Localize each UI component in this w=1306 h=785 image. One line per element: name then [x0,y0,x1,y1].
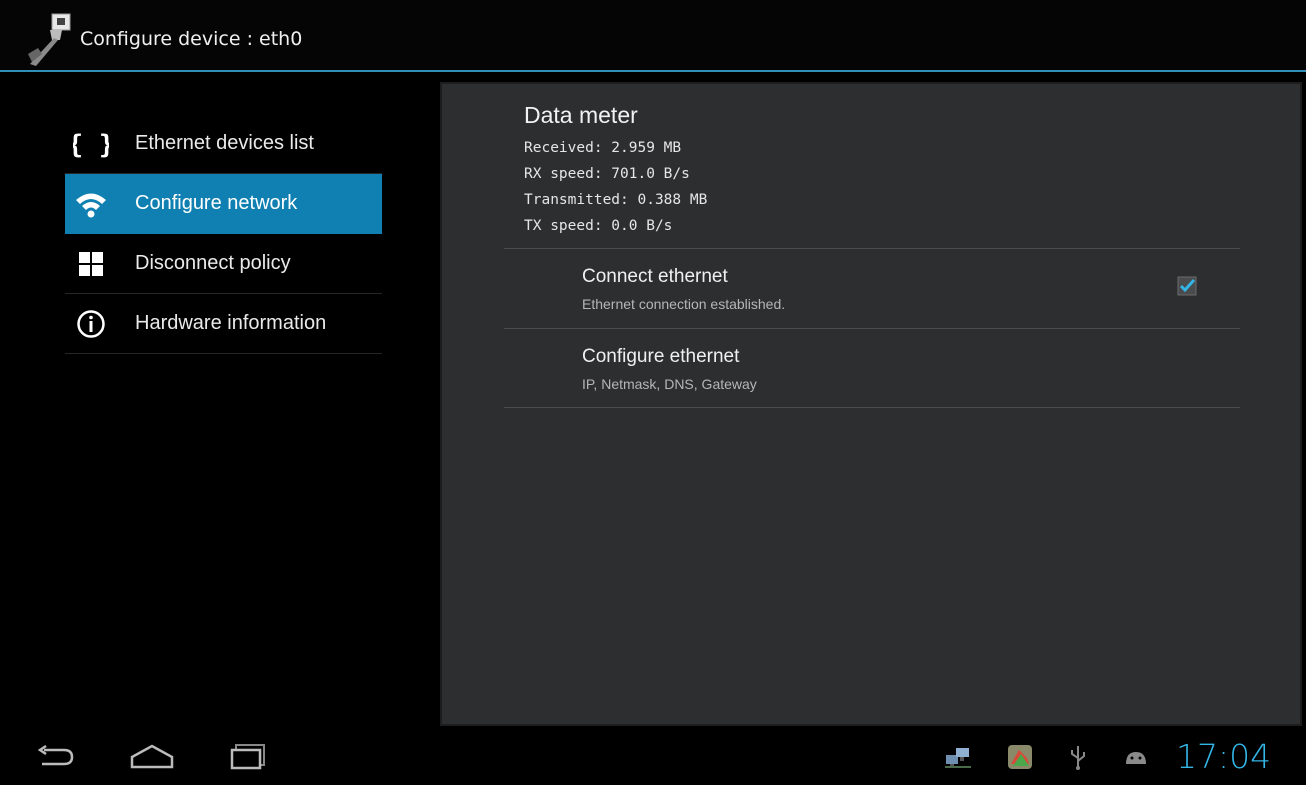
ethernet-plug-icon[interactable] [20,10,76,66]
pref-summary: Ethernet connection established. [582,296,786,312]
recent-apps-button[interactable] [224,739,272,773]
sidebar-item-ethernet-devices[interactable]: { } Ethernet devices list [65,114,382,174]
transmitted-value: Transmitted: 0.388 MB [524,192,708,208]
details-panel: Data meter Received: 2.959 MB RX speed: … [440,82,1302,726]
checkmark-icon [1177,276,1197,296]
sidebar-item-label: Ethernet devices list [135,132,314,154]
received-value: Received: 2.959 MB [524,140,682,156]
sidebar-item-disconnect-policy[interactable]: Disconnect policy [65,234,382,294]
wifi-icon [71,184,111,224]
tx-speed-value: TX speed: 0.0 B/s [524,218,673,234]
pref-title: Configure ethernet [582,346,740,367]
back-button[interactable] [32,739,80,773]
sidebar-item-hardware-info[interactable]: Hardware information [65,294,382,354]
sidebar-item-label: Hardware information [135,312,327,334]
grid-icon [71,244,111,284]
connect-ethernet-pref[interactable]: Connect ethernet Ethernet connection est… [504,248,1240,328]
sidebar-item-label: Disconnect policy [135,252,291,274]
page-title: Configure device : eth0 [80,28,303,50]
svg-text:{ }: { } [73,130,109,160]
recent-apps-icon [230,744,265,770]
braces-icon: { } [71,124,111,164]
info-icon [71,304,111,344]
sidebar-nav: { } Ethernet devices list Configure netw… [65,114,382,354]
pref-title: Connect ethernet [582,266,728,287]
action-bar: Configure device : eth0 [0,0,1306,72]
app-notification-icon [1006,743,1034,771]
sidebar-item-label: Configure network [135,192,298,214]
connect-ethernet-checkbox[interactable] [1176,275,1198,297]
network-icon [944,743,972,771]
pref-summary: IP, Netmask, DNS, Gateway [582,376,757,392]
home-icon [130,744,174,769]
back-icon [37,744,74,766]
data-meter-title: Data meter [524,102,638,128]
status-clock: 17:04 [1176,737,1272,776]
configure-ethernet-pref[interactable]: Configure ethernet IP, Netmask, DNS, Gat… [504,328,1240,408]
home-button[interactable] [128,739,176,773]
sidebar-item-configure-network[interactable]: Configure network [65,174,382,234]
system-bar: 17:04 [0,727,1306,785]
rx-speed-value: RX speed: 701.0 B/s [524,166,690,182]
usb-icon [1064,743,1092,771]
battery-icon [1142,743,1170,771]
